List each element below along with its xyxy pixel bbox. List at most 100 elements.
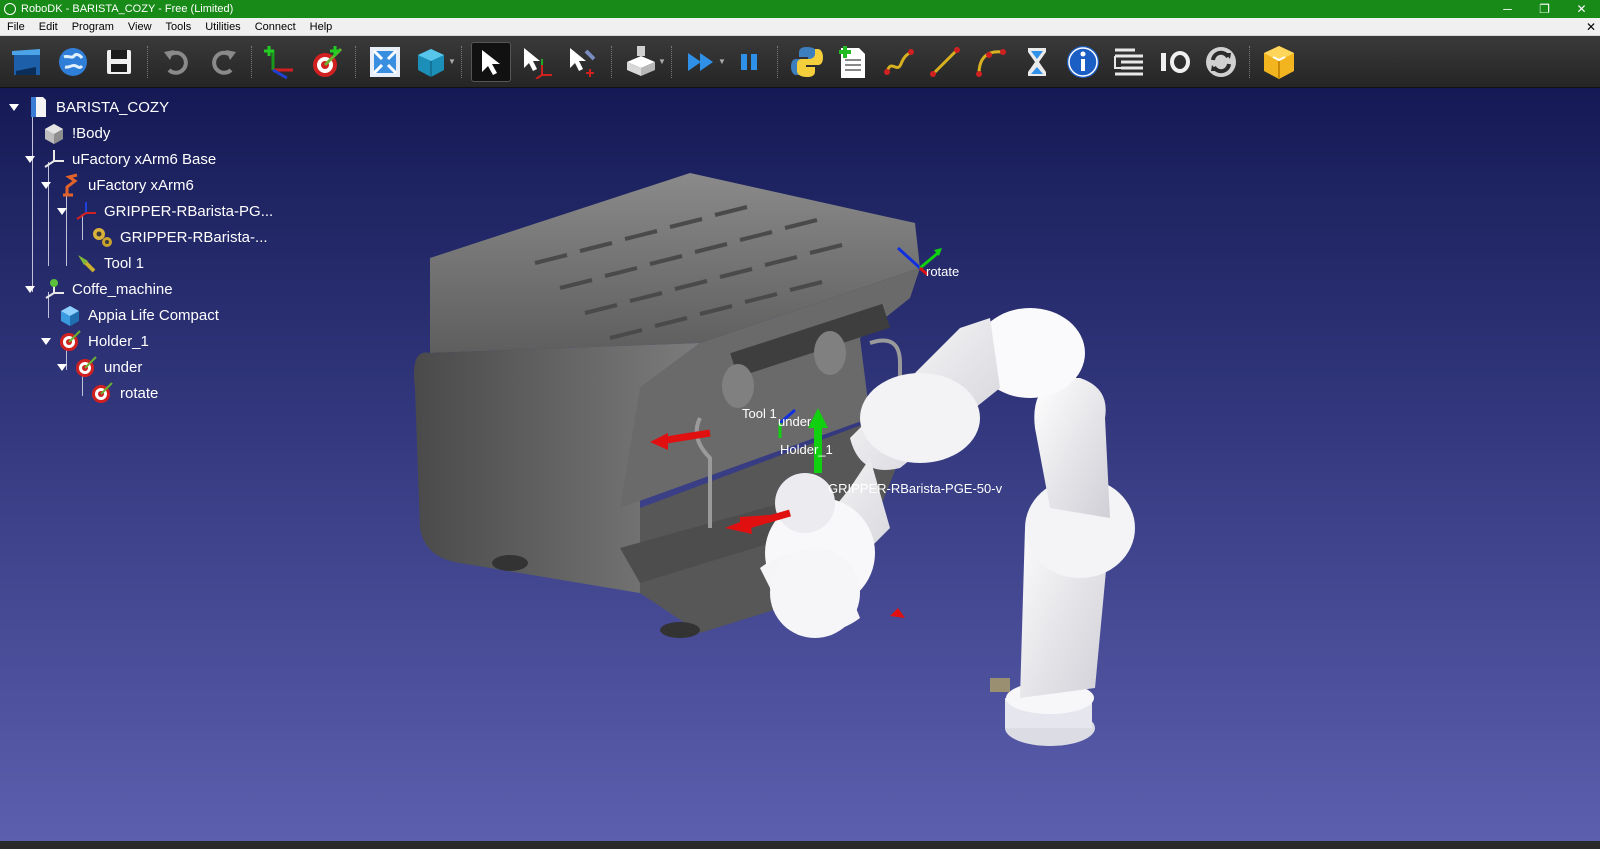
pause-button[interactable] [729, 42, 769, 82]
tool-icon [74, 251, 98, 275]
select-button[interactable] [471, 41, 511, 82]
window-title: RoboDK - BARISTA_COZY - Free (Limited) [21, 3, 234, 15]
tree-item-label: GRIPPER-RBarista-... [120, 228, 268, 246]
message-button[interactable] [1063, 42, 1103, 82]
online-library-button[interactable] [53, 42, 93, 82]
toolbar: ▼ ▼ ▼ [0, 36, 1600, 88]
linear-move-icon [930, 46, 960, 77]
fit-all-button[interactable] [365, 42, 405, 82]
expand-arrow-icon[interactable] [24, 283, 36, 295]
expand-arrow-icon[interactable] [40, 335, 52, 347]
tree-item-holder[interactable]: Holder_1 [40, 328, 149, 354]
menu-edit[interactable]: Edit [32, 21, 65, 33]
python-program-icon [791, 46, 823, 77]
redo-button[interactable] [203, 42, 243, 82]
reference-frame-icon [74, 199, 98, 223]
tree-item-tool[interactable]: Tool 1 [56, 250, 144, 276]
expand-arrow-icon[interactable] [24, 153, 36, 165]
move-tool-button[interactable] [563, 42, 603, 82]
move-tool-icon [570, 47, 596, 77]
object-icon [58, 303, 82, 327]
holder-label: Holder_1 [780, 442, 833, 457]
target-icon [90, 381, 114, 405]
minimize-button[interactable]: ─ [1489, 0, 1526, 18]
menu-utilities[interactable]: Utilities [198, 21, 247, 33]
add-program-icon [839, 45, 865, 78]
reference-frame-icon [42, 277, 66, 301]
export-button[interactable] [1259, 42, 1299, 82]
expand-arrow-icon[interactable] [56, 361, 68, 373]
undo-button[interactable] [157, 42, 197, 82]
toolbar-separator [611, 45, 613, 78]
tree-item-label: rotate [120, 384, 159, 402]
view-dropdown-icon[interactable]: ▼ [448, 57, 456, 66]
tree-item-under[interactable]: under [56, 354, 142, 380]
robot-icon [58, 173, 82, 197]
add-program-button[interactable] [833, 42, 873, 82]
toolbar-separator [1249, 45, 1251, 78]
pause-icon [741, 53, 757, 70]
expand-arrow-icon[interactable] [40, 179, 52, 191]
open-station-icon [12, 48, 40, 75]
info-icon [1067, 45, 1099, 78]
package-icon [1264, 45, 1294, 79]
close-button[interactable]: ✕ [1563, 0, 1600, 18]
hourglass-icon [1028, 47, 1046, 76]
linear-move-button[interactable] [925, 42, 965, 82]
3d-view[interactable]: rotate Tool 1 under Holder_1 GRIPPER-RBa… [0, 88, 1600, 841]
python-program-button[interactable] [787, 42, 827, 82]
tree-item-appia[interactable]: Appia Life Compact [40, 302, 219, 328]
joint-move-button[interactable] [879, 42, 919, 82]
reference-frame-icon [42, 147, 66, 171]
teach-dropdown-icon[interactable]: ▼ [658, 57, 666, 66]
tree-item-gripper-frame[interactable]: GRIPPER-RBarista-PG... [56, 198, 273, 224]
tree-item-label: BARISTA_COZY [56, 98, 170, 116]
tree-item-gripper-mechanism[interactable]: GRIPPER-RBarista-... [72, 224, 268, 250]
restore-button[interactable]: ❐ [1526, 0, 1563, 18]
circular-move-button[interactable] [971, 42, 1011, 82]
menu-connect[interactable]: Connect [248, 21, 303, 33]
tree-item-rotate[interactable]: rotate [72, 380, 158, 406]
toolbar-separator [355, 45, 357, 78]
run-dropdown-icon[interactable]: ▼ [718, 57, 726, 66]
undo-icon [164, 49, 188, 75]
tree-item-coffee-machine[interactable]: Coffe_machine [24, 276, 173, 302]
tool-label: Tool 1 [742, 406, 777, 421]
menu-program[interactable]: Program [65, 21, 121, 33]
refresh-icon [1206, 46, 1236, 77]
menu-tools[interactable]: Tools [159, 21, 199, 33]
fit-all-icon [370, 46, 400, 77]
toolbar-separator [147, 45, 149, 78]
io-button[interactable] [1155, 42, 1195, 82]
run-simulation-button[interactable] [681, 42, 721, 82]
run-simulation-icon [688, 52, 713, 71]
object-icon [42, 121, 66, 145]
menu-file[interactable]: File [0, 21, 32, 33]
move-reference-button[interactable] [517, 42, 557, 82]
toolbar-separator [777, 45, 779, 78]
menu-help[interactable]: Help [303, 21, 340, 33]
add-reference-frame-button[interactable] [261, 42, 301, 82]
save-button[interactable] [99, 42, 139, 82]
tree-item-robot-base[interactable]: uFactory xArm6 Base [24, 146, 216, 172]
expand-arrow-icon[interactable] [8, 101, 20, 113]
tree-item-label: Holder_1 [88, 332, 149, 350]
tree-item-label: Coffe_machine [72, 280, 173, 298]
close-document-button[interactable]: ✕ [1586, 20, 1600, 34]
title-bar: RoboDK - BARISTA_COZY - Free (Limited) ─… [0, 0, 1600, 18]
add-target-button[interactable] [307, 42, 347, 82]
tree-item-robot[interactable]: uFactory xArm6 [40, 172, 194, 198]
program-call-icon [1114, 48, 1143, 75]
teach-target-button[interactable] [621, 42, 661, 82]
move-reference-icon [524, 47, 552, 79]
under-label: under [778, 414, 812, 429]
tree-item-station[interactable]: BARISTA_COZY [8, 94, 169, 120]
tree-item-body[interactable]: !Body [24, 120, 110, 146]
open-station-button[interactable] [7, 42, 47, 82]
view-cube-button[interactable] [411, 42, 451, 82]
expand-arrow-icon[interactable] [56, 205, 68, 217]
menu-view[interactable]: View [121, 21, 159, 33]
refresh-button[interactable] [1201, 42, 1241, 82]
pause-instruction-button[interactable] [1017, 42, 1057, 82]
program-call-button[interactable] [1109, 42, 1149, 82]
